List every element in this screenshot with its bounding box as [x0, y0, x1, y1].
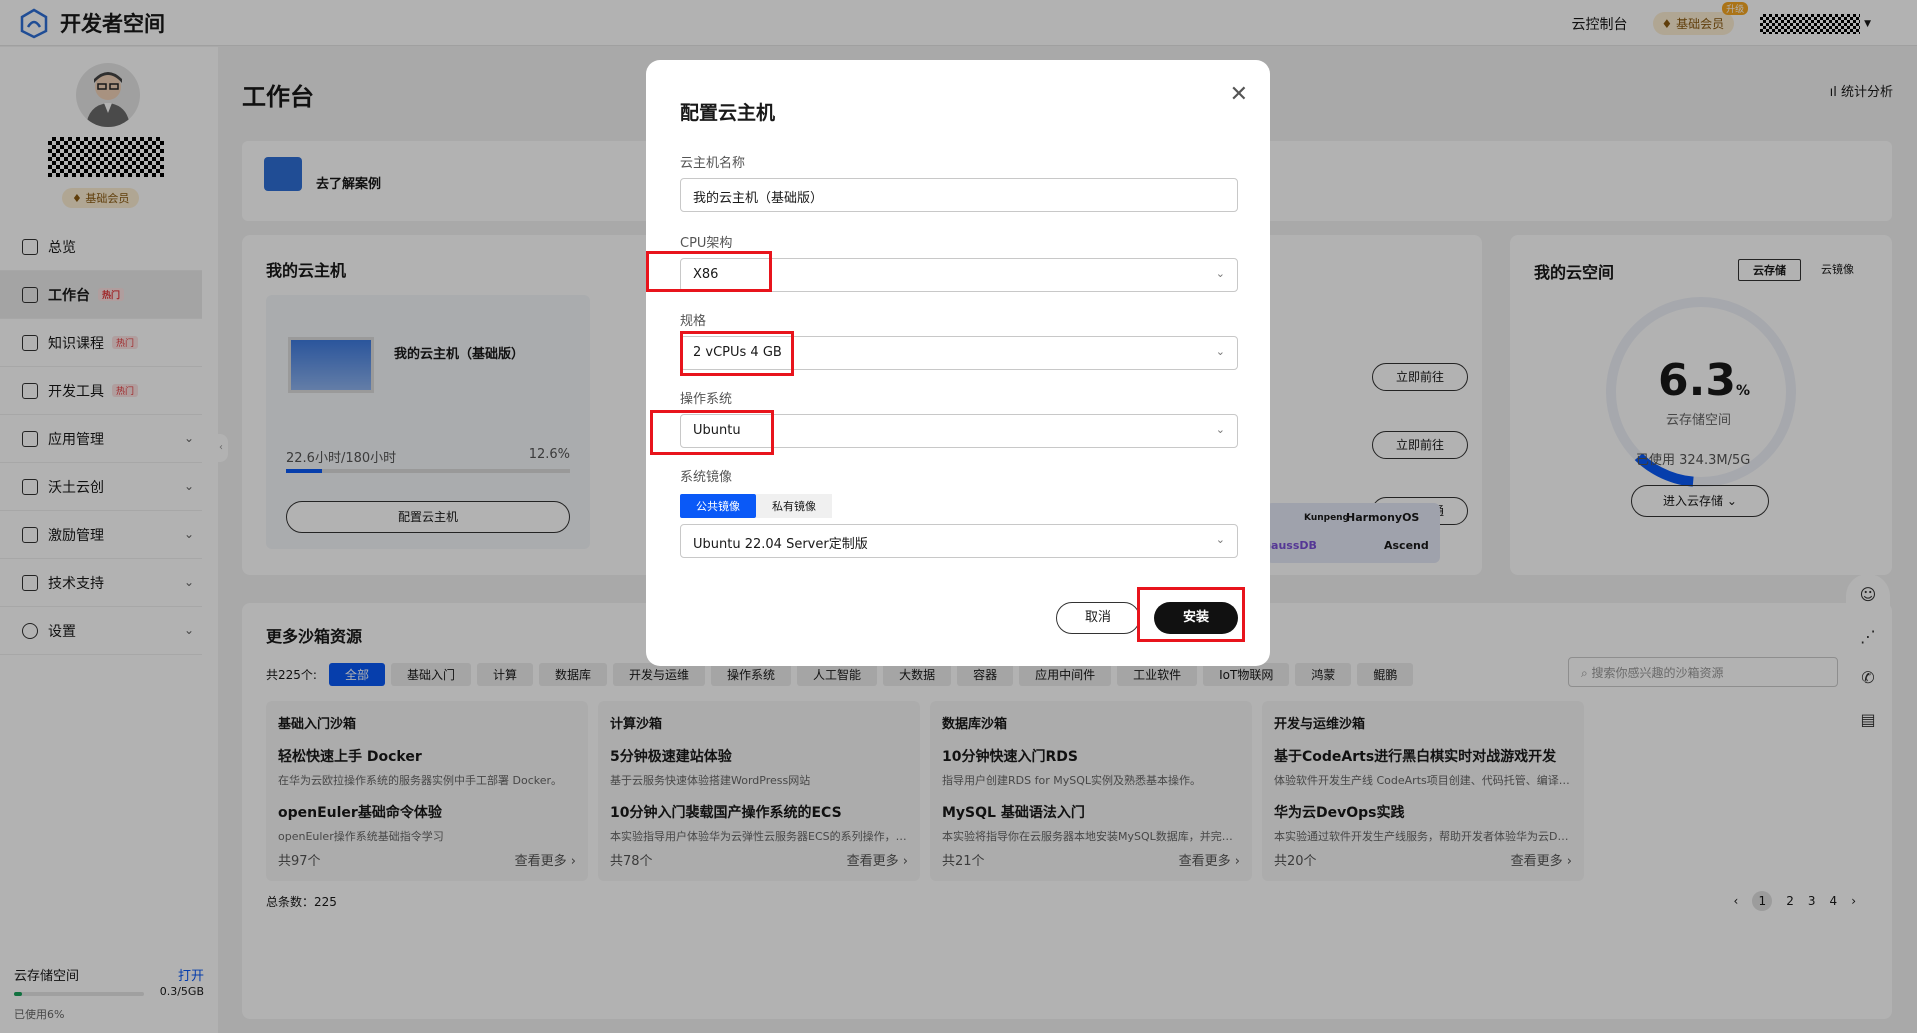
spec-select-value: 2 vCPUs 4 GB	[693, 345, 782, 360]
vm-name-input[interactable]: 我的云主机（基础版）	[680, 178, 1238, 212]
image-label: 系统镜像	[680, 470, 733, 485]
cancel-button[interactable]: 取消	[1056, 602, 1140, 634]
tab-public-image[interactable]: 公共镜像	[680, 494, 756, 518]
vm-name-label: 云主机名称	[680, 156, 746, 171]
image-select[interactable]: Ubuntu 22.04 Server定制版 ⌄	[680, 524, 1238, 558]
spec-select[interactable]: 2 vCPUs 4 GB ⌄	[680, 336, 1238, 370]
image-tabs: 公共镜像 私有镜像	[680, 494, 832, 518]
os-select-value: Ubuntu	[693, 423, 741, 438]
chevron-down-icon: ⌄	[1215, 345, 1225, 358]
close-icon[interactable]: ✕	[1230, 82, 1248, 107]
chevron-down-icon: ⌄	[1215, 423, 1225, 436]
install-button[interactable]: 安装	[1154, 602, 1238, 634]
dialog-title: 配置云主机	[680, 102, 776, 124]
configure-vm-dialog: 配置云主机 ✕ 云主机名称 我的云主机（基础版） CPU架构 X86 ⌄ 规格 2…	[646, 60, 1270, 666]
chevron-down-icon: ⌄	[1215, 267, 1225, 280]
cpu-select-value: X86	[693, 267, 719, 282]
image-select-value: Ubuntu 22.04 Server定制版	[693, 537, 868, 552]
os-select[interactable]: Ubuntu ⌄	[680, 414, 1238, 448]
chevron-down-icon: ⌄	[1215, 533, 1225, 546]
spec-label: 规格	[680, 314, 707, 329]
cpu-label: CPU架构	[680, 236, 733, 251]
os-label: 操作系统	[680, 392, 733, 407]
tab-private-image[interactable]: 私有镜像	[756, 494, 832, 518]
cpu-select[interactable]: X86 ⌄	[680, 258, 1238, 292]
